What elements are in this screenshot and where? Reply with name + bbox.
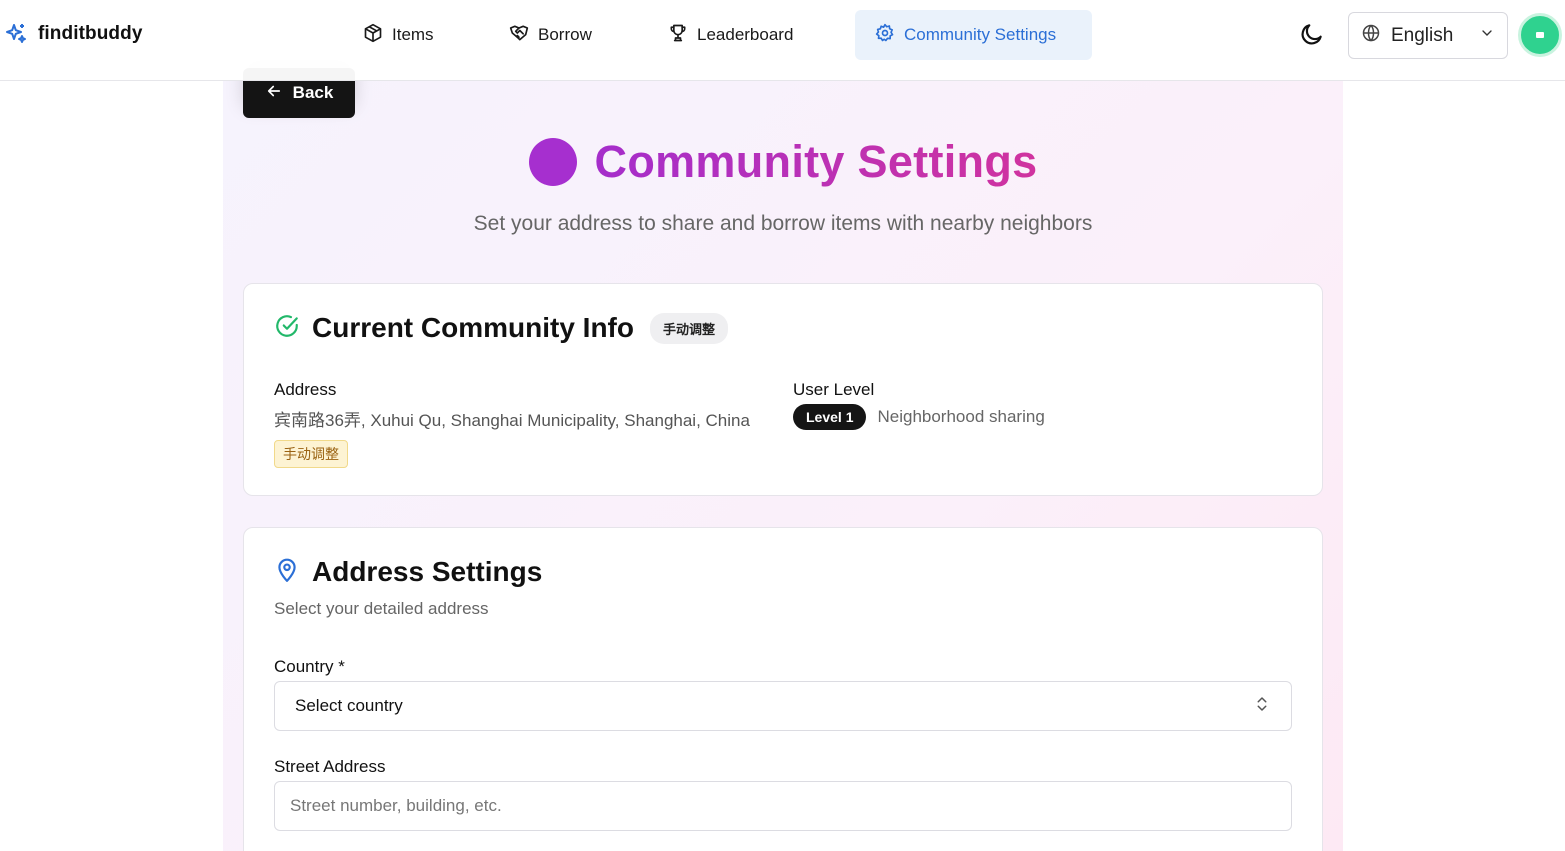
avatar[interactable] [1518,13,1562,57]
nav-item-label: Community Settings [904,25,1057,44]
address-manual-tag: 手动调整 [274,440,348,468]
globe-icon [1361,23,1381,48]
address-settings-card: Address Settings Select your detailed ad… [243,527,1323,851]
check-circle-icon [274,313,300,344]
nav-item-leaderboard[interactable]: Leaderboard [668,10,793,60]
arrow-left-icon [265,82,283,105]
avatar-image [1536,32,1544,38]
user-level-row: Level 1 Neighborhood sharing [793,404,1045,430]
handshake-icon [509,23,529,48]
address-label: Address [274,380,337,399]
user-level-label: User Level [793,380,875,399]
language-value: English [1391,24,1454,46]
trophy-icon [668,23,688,48]
page-title: Community Settings [594,136,1038,187]
page-subtitle: Set your address to share and borrow ite… [473,212,1093,235]
address-value: 宾南路36弄, Xuhui Qu, Shanghai Municipality,… [274,411,750,430]
moon-icon [1299,21,1325,52]
country-select-value: Select country [295,696,403,715]
address-settings-title: Address Settings [312,556,543,587]
back-button-label: Back [292,83,334,102]
language-select[interactable]: English [1348,12,1508,59]
nav-item-label: Leaderboard [697,25,794,44]
chevron-up-down-icon [1253,695,1271,718]
top-navbar: finditbuddy Items Borrow Leaderboard Com… [0,0,1565,81]
level-badge: Level 1 [793,404,867,430]
nav-item-borrow[interactable]: Borrow [509,10,592,60]
chevron-down-icon [1479,25,1495,46]
map-pin-icon [274,557,300,588]
country-select[interactable]: Select country [274,681,1292,731]
gear-icon [875,23,895,48]
theme-toggle-button[interactable] [1298,22,1326,50]
community-info-header: Current Community Info 手动调整 [274,312,729,344]
country-label: Country * [274,657,345,676]
header-circle-icon [528,138,577,186]
manual-adjust-badge: 手动调整 [650,312,729,344]
address-settings-header: Address Settings [274,556,542,588]
level-description: Neighborhood sharing [877,407,1045,426]
brand-logo[interactable]: finditbuddy [4,22,143,46]
community-info-card: Current Community Info 手动调整 Address 宾南路3… [243,283,1323,496]
community-info-title: Current Community Info [312,312,634,343]
nav-item-label: Items [392,25,434,44]
package-icon [363,23,383,48]
page-header: Community Settings [223,136,1343,188]
nav-item-items[interactable]: Items [363,10,434,60]
nav-item-label: Borrow [538,25,592,44]
address-settings-description: Select your detailed address [274,599,489,618]
nav-item-community-settings[interactable]: Community Settings [855,10,1092,60]
street-address-label: Street Address [274,757,386,776]
brand-name: finditbuddy [38,23,143,44]
street-address-input[interactable] [274,781,1292,831]
sparkles-icon [4,22,28,46]
